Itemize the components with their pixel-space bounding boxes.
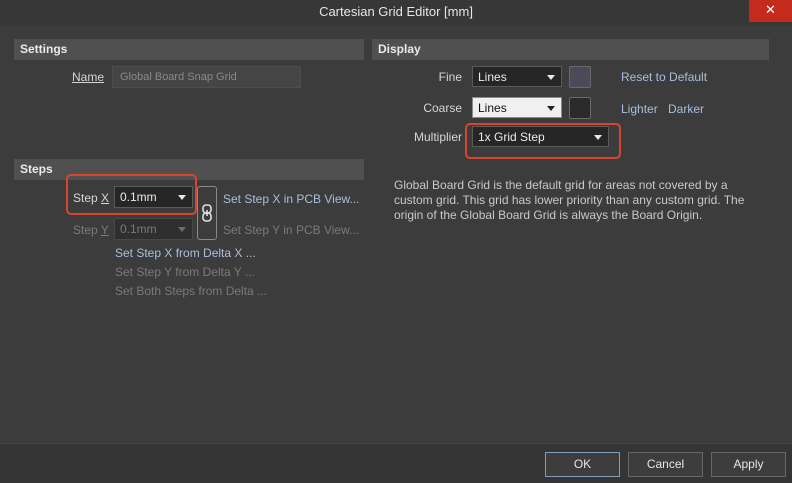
cancel-button[interactable]: Cancel: [628, 452, 703, 477]
set-step-y-from-delta-link[interactable]: Set Step Y from Delta Y ...: [115, 265, 255, 279]
link-steps-button[interactable]: [197, 186, 217, 240]
name-label-text: Name: [71, 70, 104, 84]
ok-button[interactable]: OK: [545, 452, 620, 477]
multiplier-label: Multiplier: [413, 130, 462, 144]
close-button[interactable]: ✕: [749, 0, 792, 22]
step-y-label-key: Y: [100, 223, 109, 237]
step-y-dropdown[interactable]: 0.1mm: [114, 218, 193, 240]
set-both-steps-from-delta-link[interactable]: Set Both Steps from Delta ...: [115, 284, 267, 298]
close-icon: ✕: [765, 2, 776, 17]
chevron-down-icon: [178, 227, 186, 232]
name-label: Name: [40, 70, 104, 84]
step-x-highlight: [66, 174, 197, 215]
chevron-down-icon: [547, 75, 555, 80]
display-description: Global Board Grid is the default grid fo…: [394, 178, 745, 222]
reset-to-default-link[interactable]: Reset to Default: [621, 70, 707, 84]
step-y-label-prefix: Step: [73, 223, 101, 237]
multiplier-highlight: [465, 123, 621, 159]
window-title: Cartesian Grid Editor [mm]: [319, 4, 473, 19]
step-y-label: Step Y: [73, 223, 109, 237]
lighter-link[interactable]: Lighter: [621, 102, 658, 116]
link-icon: [202, 204, 212, 222]
coarse-label: Coarse: [423, 101, 462, 115]
chevron-down-icon: [547, 106, 555, 111]
fine-style-dropdown[interactable]: Lines: [472, 66, 562, 87]
fine-style-value: Lines: [478, 70, 507, 84]
set-step-x-from-delta-link[interactable]: Set Step X from Delta X ...: [115, 246, 256, 260]
coarse-color-swatch[interactable]: [569, 97, 591, 119]
set-step-x-in-pcb-link[interactable]: Set Step X in PCB View...: [223, 192, 360, 206]
darker-link[interactable]: Darker: [668, 102, 704, 116]
fine-label: Fine: [438, 70, 462, 84]
coarse-style-dropdown[interactable]: Lines: [472, 97, 562, 118]
settings-header: Settings: [14, 39, 364, 60]
name-field[interactable]: Global Board Snap Grid: [112, 66, 301, 88]
coarse-style-value: Lines: [478, 101, 507, 115]
apply-button[interactable]: Apply: [711, 452, 786, 477]
fine-color-swatch[interactable]: [569, 66, 591, 88]
set-step-y-in-pcb-link[interactable]: Set Step Y in PCB View...: [223, 223, 359, 237]
display-header: Display: [372, 39, 769, 60]
step-y-value: 0.1mm: [120, 222, 157, 236]
